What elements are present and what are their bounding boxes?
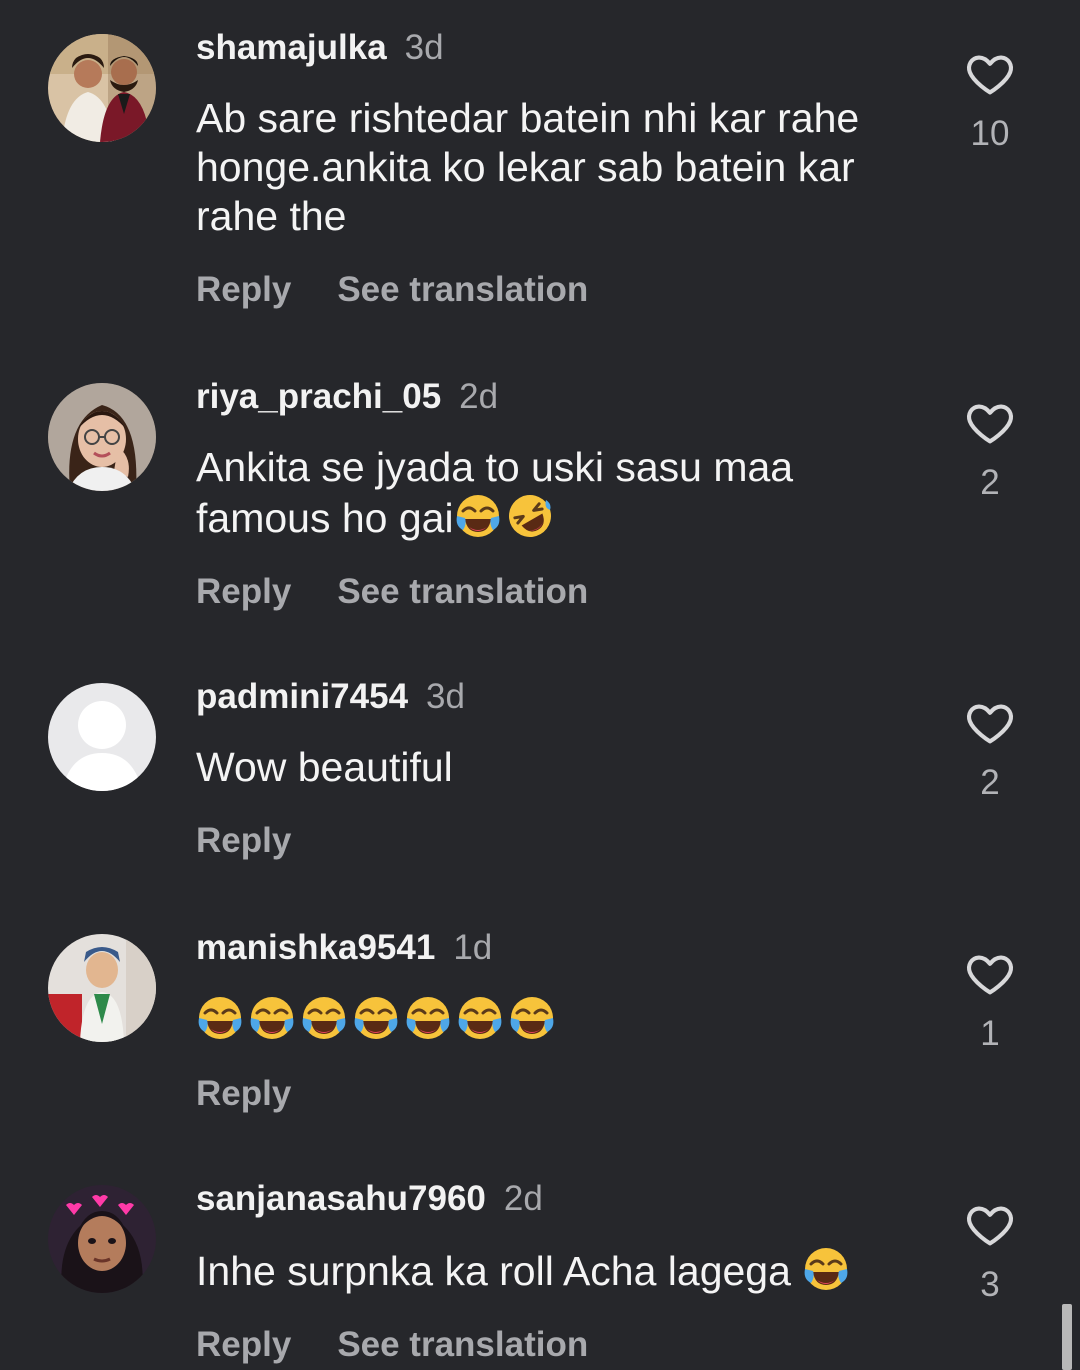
rolling-on-the-floor-laughing-icon bbox=[506, 492, 554, 540]
like-control: 10 bbox=[940, 48, 1040, 154]
username[interactable]: padmini7454 bbox=[196, 677, 408, 716]
comment-actions: Reply bbox=[196, 1071, 896, 1117]
comment-body: padmini7454 3d Wow beautiful Reply bbox=[196, 675, 896, 864]
face-with-tears-of-joy-icon bbox=[300, 994, 348, 1042]
comment-actions: Reply bbox=[196, 818, 896, 864]
face-with-tears-of-joy-icon bbox=[352, 994, 400, 1042]
reply-button[interactable]: Reply bbox=[196, 1071, 291, 1117]
see-translation-button[interactable]: See translation bbox=[337, 569, 588, 615]
avatar[interactable] bbox=[48, 683, 156, 791]
timestamp: 2d bbox=[503, 1179, 543, 1218]
heart-icon[interactable] bbox=[964, 397, 1016, 449]
comment-meta: manishka9541 1d bbox=[196, 926, 896, 970]
like-count: 10 bbox=[970, 114, 1010, 153]
like-control: 3 bbox=[940, 1199, 1040, 1305]
reply-button[interactable]: Reply bbox=[196, 1322, 291, 1368]
username[interactable]: shamajulka bbox=[196, 28, 387, 67]
comments-screen: shamajulka 3d Ab sare rishtedar batein nh… bbox=[0, 0, 1080, 1370]
comment-meta: shamajulka 3d bbox=[196, 26, 896, 70]
timestamp: 3d bbox=[426, 677, 465, 716]
comment-meta: riya_prachi_05 2d bbox=[196, 375, 896, 419]
reply-button[interactable]: Reply bbox=[196, 569, 291, 615]
face-with-tears-of-joy-icon bbox=[196, 994, 244, 1042]
comment-actions: Reply See translation bbox=[196, 1322, 896, 1368]
avatar[interactable] bbox=[48, 34, 156, 142]
reply-button[interactable]: Reply bbox=[196, 267, 291, 313]
heart-icon[interactable] bbox=[964, 1199, 1016, 1251]
comment-meta: sanjanasahu7960 2d bbox=[196, 1177, 896, 1221]
comment-text: Wow beautiful bbox=[196, 744, 453, 790]
avatar[interactable] bbox=[48, 1185, 156, 1293]
like-control: 2 bbox=[940, 697, 1040, 803]
face-with-tears-of-joy-icon bbox=[508, 994, 556, 1042]
see-translation-button[interactable]: See translation bbox=[337, 267, 588, 313]
username[interactable]: riya_prachi_05 bbox=[196, 377, 441, 416]
timestamp: 3d bbox=[404, 28, 444, 67]
timestamp: 1d bbox=[453, 928, 493, 967]
like-control: 2 bbox=[940, 397, 1040, 503]
comment-text-content: Inhe surpnka ka roll Acha lagega bbox=[196, 1248, 791, 1294]
heart-icon[interactable] bbox=[964, 948, 1016, 1000]
avatar[interactable] bbox=[48, 934, 156, 1042]
comment-body: riya_prachi_05 2d Ankita se jyada to uski… bbox=[196, 375, 896, 615]
comment-body: sanjanasahu7960 2d Inhe surpnka ka roll A… bbox=[196, 1177, 896, 1368]
face-with-tears-of-joy-icon bbox=[454, 492, 502, 540]
scrollbar[interactable] bbox=[1062, 1304, 1072, 1370]
username[interactable]: sanjanasahu7960 bbox=[196, 1179, 486, 1218]
comment-text: Ab sare rishtedar batein nhi kar rahe ho… bbox=[196, 95, 860, 239]
face-with-tears-of-joy-icon bbox=[802, 1245, 850, 1293]
comment-body: manishka9541 1d Reply bbox=[196, 926, 896, 1117]
comment-meta: padmini7454 3d bbox=[196, 675, 896, 719]
face-with-tears-of-joy-icon bbox=[248, 994, 296, 1042]
comment-actions: Reply See translation bbox=[196, 267, 896, 313]
reply-button[interactable]: Reply bbox=[196, 818, 291, 864]
face-with-tears-of-joy-icon bbox=[404, 994, 452, 1042]
heart-icon[interactable] bbox=[964, 697, 1016, 749]
comment-text: Inhe surpnka ka roll Acha lagega bbox=[196, 1245, 896, 1296]
like-count: 3 bbox=[980, 1265, 1000, 1304]
comment-actions: Reply See translation bbox=[196, 569, 896, 615]
like-count: 1 bbox=[980, 1014, 1000, 1053]
username[interactable]: manishka9541 bbox=[196, 928, 435, 967]
avatar[interactable] bbox=[48, 383, 156, 491]
comment-text: Ankita se jyada to uski sasu maa famous … bbox=[196, 443, 836, 543]
like-count: 2 bbox=[980, 763, 1000, 802]
face-with-tears-of-joy-icon bbox=[456, 994, 504, 1042]
see-translation-button[interactable]: See translation bbox=[337, 1322, 588, 1368]
comment-body: shamajulka 3d Ab sare rishtedar batein nh… bbox=[196, 26, 896, 313]
timestamp: 2d bbox=[459, 377, 499, 416]
comment-text bbox=[196, 994, 896, 1045]
heart-icon[interactable] bbox=[964, 48, 1016, 100]
like-control: 1 bbox=[940, 948, 1040, 1054]
like-count: 2 bbox=[980, 463, 1000, 502]
